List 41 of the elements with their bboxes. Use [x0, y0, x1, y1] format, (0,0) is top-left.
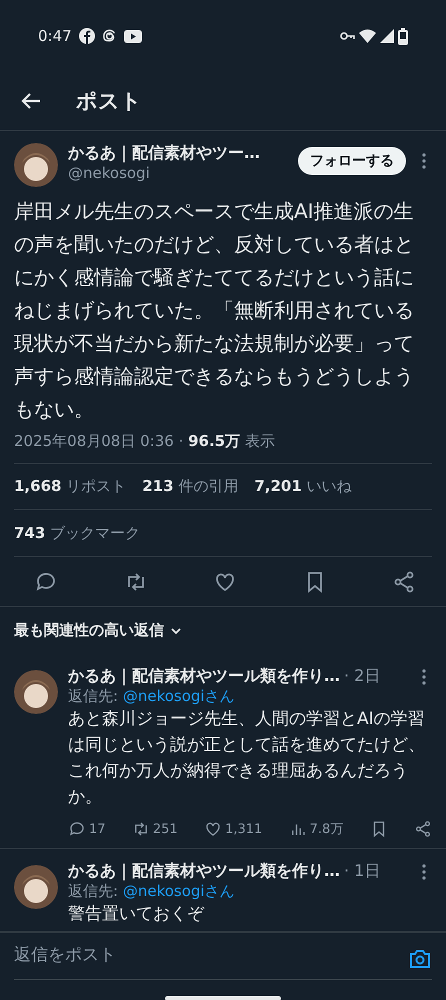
reply-author-name[interactable]: かるあ｜配信素材やツール類を作り…	[68, 861, 340, 882]
avatar[interactable]	[14, 143, 58, 187]
reply-to-text: 返信先: @nekosogiさん	[68, 687, 236, 706]
page-title: ポスト	[76, 88, 142, 115]
action-count: 1,311	[225, 822, 262, 836]
key-icon	[340, 31, 355, 41]
avatar[interactable]	[14, 670, 58, 714]
stat-link[interactable]: 213 件の引用	[142, 477, 238, 496]
reply-author-name[interactable]: かるあ｜配信素材やツール類を作り…	[68, 666, 340, 687]
avatar[interactable]	[14, 865, 58, 909]
mention-link[interactable]: @nekosogiさん	[122, 882, 235, 900]
reply-text: あと森川ジョージ先生、人間の学習とAIの学習は同じという説が正として話を進めてたけど、これ何か万人が納得できる理屈あるんだろうか。	[68, 708, 426, 809]
action-count: 17	[89, 822, 106, 836]
follow-button[interactable]: フォローする	[298, 147, 406, 175]
mention-link[interactable]: @nekosogiさん	[122, 687, 235, 705]
share-icon[interactable]	[414, 820, 432, 838]
action-count: 7.8万	[310, 821, 344, 838]
reply-time: · 2日	[344, 666, 380, 687]
action-count: 251	[152, 822, 178, 836]
post-meta: 2025年08月08日 0:36 · 96.5万 表示	[14, 432, 432, 464]
reply-time: · 1日	[344, 861, 380, 882]
signal-icon	[380, 29, 394, 43]
author-name[interactable]: かるあ｜配信素材やツー…	[68, 143, 288, 164]
battery-icon	[398, 28, 408, 44]
stat-link[interactable]: 1,668 リポスト	[14, 477, 126, 496]
video-play-icon	[124, 30, 142, 42]
post-text: 岸田メル先生のスペースで生成AI推進派の生の声を聞いたのだけど、反対している者はとにかく感情論で騒ぎたててるだけという話にねじまげられていた。「無断利用されている現状が不当だから新たな法規制が必要」って声すら感情論認定できるならもうどうしようもない。	[14, 198, 415, 423]
author-handle[interactable]: @nekosogi	[68, 164, 288, 182]
share-icon[interactable]	[392, 570, 416, 594]
reply-to-text: 返信先: @nekosogiさん	[68, 882, 236, 901]
heart-icon[interactable]	[204, 820, 222, 838]
stat-link[interactable]: 7,201 いいね	[254, 477, 352, 496]
threads-icon	[102, 28, 117, 44]
facebook-icon	[78, 28, 95, 44]
reply-icon[interactable]	[68, 820, 86, 838]
sort-label[interactable]: 最も関連性の高い返信	[14, 621, 164, 640]
bookmark-count[interactable]: 743 ブックマーク	[14, 524, 140, 542]
reply-text: 警告置いておくぞ	[68, 903, 206, 926]
wifi-icon	[359, 29, 376, 43]
reply-input-field[interactable]: 返信をポスト	[14, 937, 432, 980]
status-time: 0:47	[38, 27, 72, 45]
